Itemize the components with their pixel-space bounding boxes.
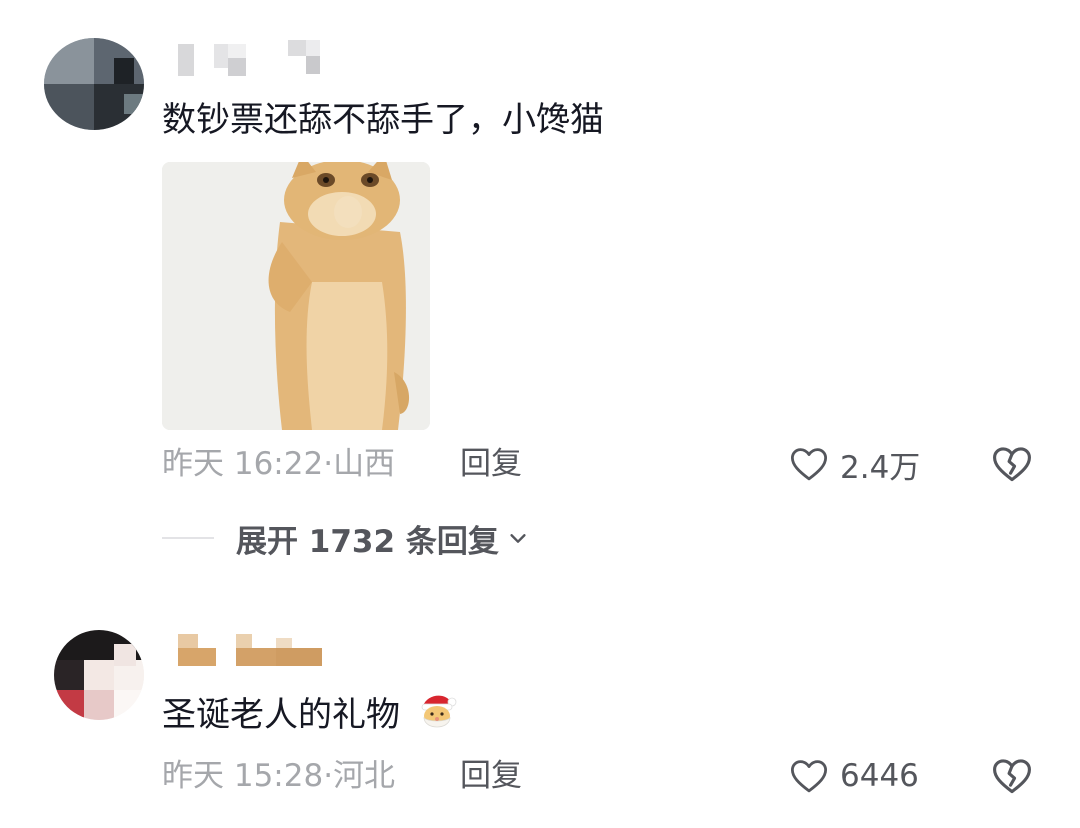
comment-text: 圣诞老人的礼物 bbox=[162, 690, 459, 735]
broken-heart-icon bbox=[993, 447, 1031, 482]
expand-replies[interactable]: 展开 1732 条回复 bbox=[162, 518, 529, 560]
divider-line bbox=[162, 537, 214, 539]
broken-heart-icon bbox=[993, 759, 1031, 794]
like-button[interactable]: 2.4万 bbox=[788, 442, 920, 486]
dislike-button[interactable] bbox=[990, 442, 1034, 486]
comment-1: 数钞票还舔不舔手了，小馋猫 昨天 16:22·山西 回复 2.4万 展开 173… bbox=[0, 0, 1080, 600]
reply-button[interactable]: 回复 bbox=[460, 756, 522, 796]
comment-2: 圣诞老人的礼物 昨天 15:28·河北 回复 6446 bbox=[0, 600, 1080, 828]
like-count: 6446 bbox=[840, 758, 919, 794]
comment-time: 昨天 15:28 bbox=[162, 758, 324, 794]
comment-meta: 昨天 15:28·河北 bbox=[162, 758, 396, 794]
reply-button[interactable]: 回复 bbox=[460, 444, 522, 484]
comment-location: 河北 bbox=[333, 758, 396, 794]
username-mosaic[interactable] bbox=[178, 40, 338, 76]
santa-claus-emoji bbox=[421, 695, 457, 728]
like-count: 2.4万 bbox=[840, 449, 921, 486]
comment-text: 数钞票还舔不舔手了，小馋猫 bbox=[162, 100, 604, 140]
like-button[interactable]: 6446 bbox=[788, 754, 919, 798]
cat-sticker-image[interactable] bbox=[162, 162, 430, 430]
dislike-button[interactable] bbox=[990, 754, 1034, 798]
heart-icon bbox=[790, 448, 828, 481]
comment-time: 昨天 16:22 bbox=[162, 446, 324, 482]
chevron-down-icon bbox=[510, 534, 526, 543]
user-avatar[interactable] bbox=[44, 38, 144, 130]
expand-replies-label: 展开 1732 条回复 bbox=[236, 523, 499, 560]
user-avatar[interactable] bbox=[54, 630, 144, 720]
comment-meta: 昨天 16:22·山西 bbox=[162, 446, 396, 482]
heart-icon bbox=[790, 760, 828, 793]
comment-location: 山西 bbox=[333, 446, 396, 482]
username-mosaic[interactable] bbox=[178, 630, 328, 670]
